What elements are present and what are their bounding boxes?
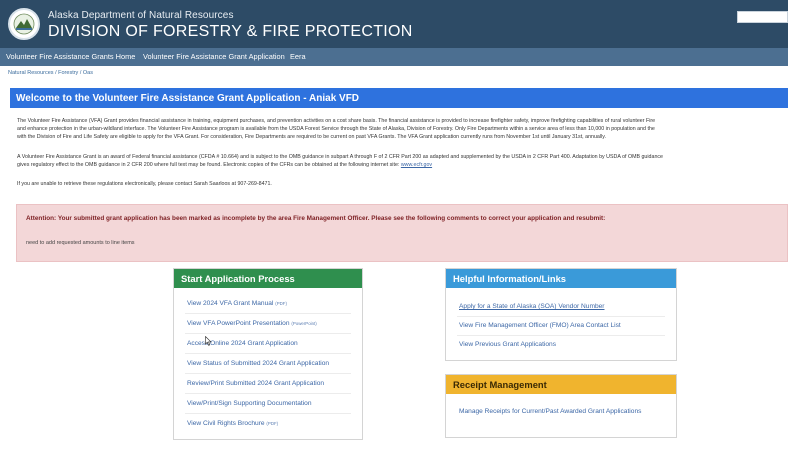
divider — [185, 333, 351, 334]
contact-paragraph: If you are unable to retrieve these regu… — [17, 181, 272, 187]
panel-header: Helpful Information/Links — [446, 269, 676, 288]
link-fmo-contact-list[interactable]: View Fire Management Officer (FMO) Area … — [459, 322, 621, 329]
nav-vfa-grants-home[interactable]: Volunteer Fire Assistance Grants Home — [6, 52, 135, 61]
panel-title: Helpful Information/Links — [453, 273, 567, 284]
start-application-panel: Start Application Process View 2024 VFA … — [173, 268, 363, 440]
link-grant-manual[interactable]: View 2024 VFA Grant Manual (PDF) — [187, 300, 287, 307]
panel-header: Receipt Management — [446, 375, 676, 394]
main-nav: Volunteer Fire Assistance Grants Home Vo… — [0, 48, 788, 66]
intro-paragraph-line: with the Division of Fire and Life Safet… — [17, 134, 606, 140]
dnr-seal-logo[interactable] — [8, 8, 40, 40]
divider — [185, 393, 351, 394]
panel-header: Start Application Process — [174, 269, 362, 288]
link-previous-applications[interactable]: View Previous Grant Applications — [459, 341, 556, 348]
helpful-information-panel: Helpful Information/Links Apply for a St… — [445, 268, 677, 361]
link-view-status[interactable]: View Status of Submitted 2024 Grant Appl… — [187, 360, 329, 367]
divider — [185, 373, 351, 374]
welcome-title-bar: Welcome to the Volunteer Fire Assistance… — [10, 88, 788, 108]
division-name: DIVISION OF FORESTRY & FIRE PROTECTION — [48, 23, 413, 40]
link-supporting-documentation[interactable]: View/Print/Sign Supporting Documentation — [187, 400, 312, 407]
divider — [185, 353, 351, 354]
intro-paragraph-line: The Volunteer Fire Assistance (VFA) Gran… — [17, 118, 656, 124]
nav-eera[interactable]: Eera — [290, 52, 306, 61]
regulation-paragraph-line: gives regulatory effect to the OMB guida… — [17, 162, 432, 168]
page-title: Welcome to the Volunteer Fire Assistance… — [16, 93, 360, 104]
link-manage-receipts[interactable]: Manage Receipts for Current/Past Awarded… — [459, 408, 641, 415]
breadcrumb[interactable]: Natural Resources / Forestry / Oas — [8, 70, 93, 76]
panel-title: Receipt Management — [453, 379, 547, 390]
panel-title: Start Application Process — [181, 273, 295, 284]
site-header: Alaska Department of Natural Resources D… — [0, 0, 788, 48]
header-search-input[interactable] — [737, 11, 788, 23]
divider — [185, 413, 351, 414]
nav-vfa-grant-application[interactable]: Volunteer Fire Assistance Grant Applicat… — [143, 52, 285, 61]
ecfr-link[interactable]: www.ecfr.gov — [401, 162, 432, 168]
divider — [457, 335, 665, 336]
link-review-print-application[interactable]: Review/Print Submitted 2024 Grant Applic… — [187, 380, 324, 387]
link-civil-rights-brochure[interactable]: View Civil Rights Brochure (PDF) — [187, 420, 278, 427]
regulation-text: gives regulatory effect to the OMB guida… — [17, 162, 400, 168]
regulation-paragraph-line: A Volunteer Fire Assistance Grant is an … — [17, 154, 663, 160]
alert-title: Attention: Your submitted grant applicat… — [26, 215, 606, 222]
link-vendor-number[interactable]: Apply for a State of Alaska (SOA) Vendor… — [459, 303, 605, 310]
mouse-cursor-icon — [205, 336, 212, 346]
divider — [457, 316, 665, 317]
agency-name: Alaska Department of Natural Resources — [48, 10, 234, 21]
incomplete-application-alert: Attention: Your submitted grant applicat… — [16, 204, 788, 262]
receipt-management-panel: Receipt Management Manage Receipts for C… — [445, 374, 677, 438]
divider — [185, 313, 351, 314]
link-powerpoint-presentation[interactable]: View VFA PowerPoint Presentation (PowerP… — [187, 320, 317, 327]
intro-paragraph-line: and enhance protection in the urban-wild… — [17, 126, 655, 132]
link-access-online-application[interactable]: Access Online 2024 Grant Application — [187, 340, 298, 347]
alert-comment: need to add requested amounts to line it… — [26, 240, 135, 246]
